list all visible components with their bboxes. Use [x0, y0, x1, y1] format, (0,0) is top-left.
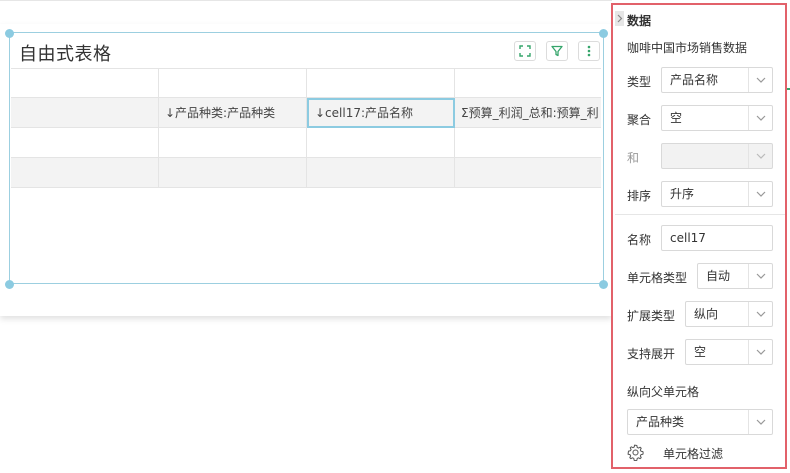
- table-cell[interactable]: [11, 128, 159, 158]
- chevron-down-icon: [748, 144, 772, 168]
- free-table-grid: ↓产品种类:产品种类 ↓cell17:产品名称 Σ预算_利润_总和:预算_利: [11, 68, 601, 188]
- chevron-down-icon: [748, 340, 772, 364]
- canvas-area: 自由式表格 ↓产品种类:产品种类 ↓cell17:产品名称 Σ预算_利润_总和:…: [0, 0, 612, 473]
- sum-label: 和: [627, 151, 640, 165]
- canvas-top-divider: [0, 0, 612, 1]
- fullscreen-button[interactable]: [514, 41, 536, 61]
- chevron-down-icon: [748, 410, 772, 434]
- chevron-down-icon: [748, 106, 772, 130]
- filter-icon: [551, 45, 563, 57]
- chevron-down-icon: [748, 68, 772, 92]
- type-select[interactable]: 产品名称: [661, 67, 773, 93]
- sort-select-value: 升序: [670, 187, 695, 201]
- table-cell[interactable]: [307, 128, 455, 158]
- parent-cell-label: 纵向父单元格: [627, 385, 700, 399]
- table-cell[interactable]: [159, 69, 307, 99]
- aggregate-select[interactable]: 空: [661, 105, 773, 131]
- cell-type-select-value: 自动: [706, 269, 731, 283]
- resize-handle-bottom-left[interactable]: [5, 280, 14, 289]
- cell-filter-label: 单元格过滤: [663, 447, 724, 461]
- expand-type-label: 扩展类型: [627, 309, 676, 323]
- table-cell[interactable]: Σ预算_利润_总和:预算_利: [455, 98, 601, 128]
- parent-cell-select[interactable]: 产品种类: [627, 409, 773, 435]
- sort-select[interactable]: 升序: [661, 181, 773, 207]
- table-row: [11, 158, 601, 188]
- support-expand-select[interactable]: 空: [685, 339, 773, 365]
- table-cell[interactable]: [307, 158, 455, 188]
- chevron-down-icon: [748, 182, 772, 206]
- chevron-down-icon: [748, 302, 772, 326]
- parent-cell-select-value: 产品种类: [636, 415, 685, 429]
- expand-type-select[interactable]: 纵向: [685, 301, 773, 327]
- filter-button[interactable]: [546, 41, 568, 61]
- support-expand-select-value: 空: [694, 345, 707, 359]
- panel-section-title: 数据: [627, 14, 652, 28]
- table-cell[interactable]: [11, 158, 159, 188]
- sort-label: 排序: [627, 189, 652, 203]
- expand-type-select-value: 纵向: [694, 307, 719, 321]
- cell-type-label: 单元格类型: [627, 271, 688, 285]
- table-cell[interactable]: [307, 69, 455, 99]
- table-cell[interactable]: [11, 69, 159, 99]
- table-cell[interactable]: [159, 158, 307, 188]
- resize-handle-top-left[interactable]: [5, 29, 14, 38]
- table-row: ↓产品种类:产品种类 ↓cell17:产品名称 Σ预算_利润_总和:预算_利: [11, 98, 601, 128]
- resize-handle-top-right[interactable]: [599, 29, 608, 38]
- resize-handle-bottom-right[interactable]: [599, 280, 608, 289]
- name-label: 名称: [627, 233, 652, 247]
- chevron-right-icon: [617, 14, 622, 23]
- gear-icon: [627, 444, 644, 461]
- cell-filter-button[interactable]: 单元格过滤: [627, 443, 777, 463]
- dataset-name: 咖啡中国市场销售数据: [627, 41, 748, 55]
- cell-type-select[interactable]: 自动: [697, 263, 773, 289]
- data-properties-panel: 数据 咖啡中国市场销售数据 类型 产品名称 聚合 空 和 排序 升序 名称 ce…: [611, 3, 787, 469]
- more-icon: [587, 45, 591, 57]
- widget-title: 自由式表格: [19, 44, 112, 65]
- table-cell[interactable]: [455, 128, 601, 158]
- table-cell[interactable]: [159, 128, 307, 158]
- name-input[interactable]: cell17: [661, 225, 773, 251]
- chevron-down-icon: [748, 264, 772, 288]
- table-cell[interactable]: [11, 98, 159, 128]
- aggregate-select-value: 空: [670, 111, 683, 125]
- table-cell[interactable]: [455, 69, 601, 99]
- table-cell[interactable]: [455, 158, 601, 188]
- table-cell-selected[interactable]: ↓cell17:产品名称: [307, 98, 455, 128]
- collapse-panel-button[interactable]: [615, 11, 624, 26]
- more-button[interactable]: [578, 41, 600, 61]
- support-expand-label: 支持展开: [627, 347, 676, 361]
- table-row: [11, 68, 601, 99]
- type-select-value: 产品名称: [670, 73, 719, 87]
- type-label: 类型: [627, 75, 652, 89]
- table-row: [11, 128, 601, 158]
- sum-select: [661, 143, 773, 169]
- fullscreen-icon: [519, 45, 531, 57]
- aggregate-label: 聚合: [627, 113, 652, 127]
- panel-divider: [615, 214, 785, 215]
- table-cell[interactable]: ↓产品种类:产品种类: [159, 98, 307, 128]
